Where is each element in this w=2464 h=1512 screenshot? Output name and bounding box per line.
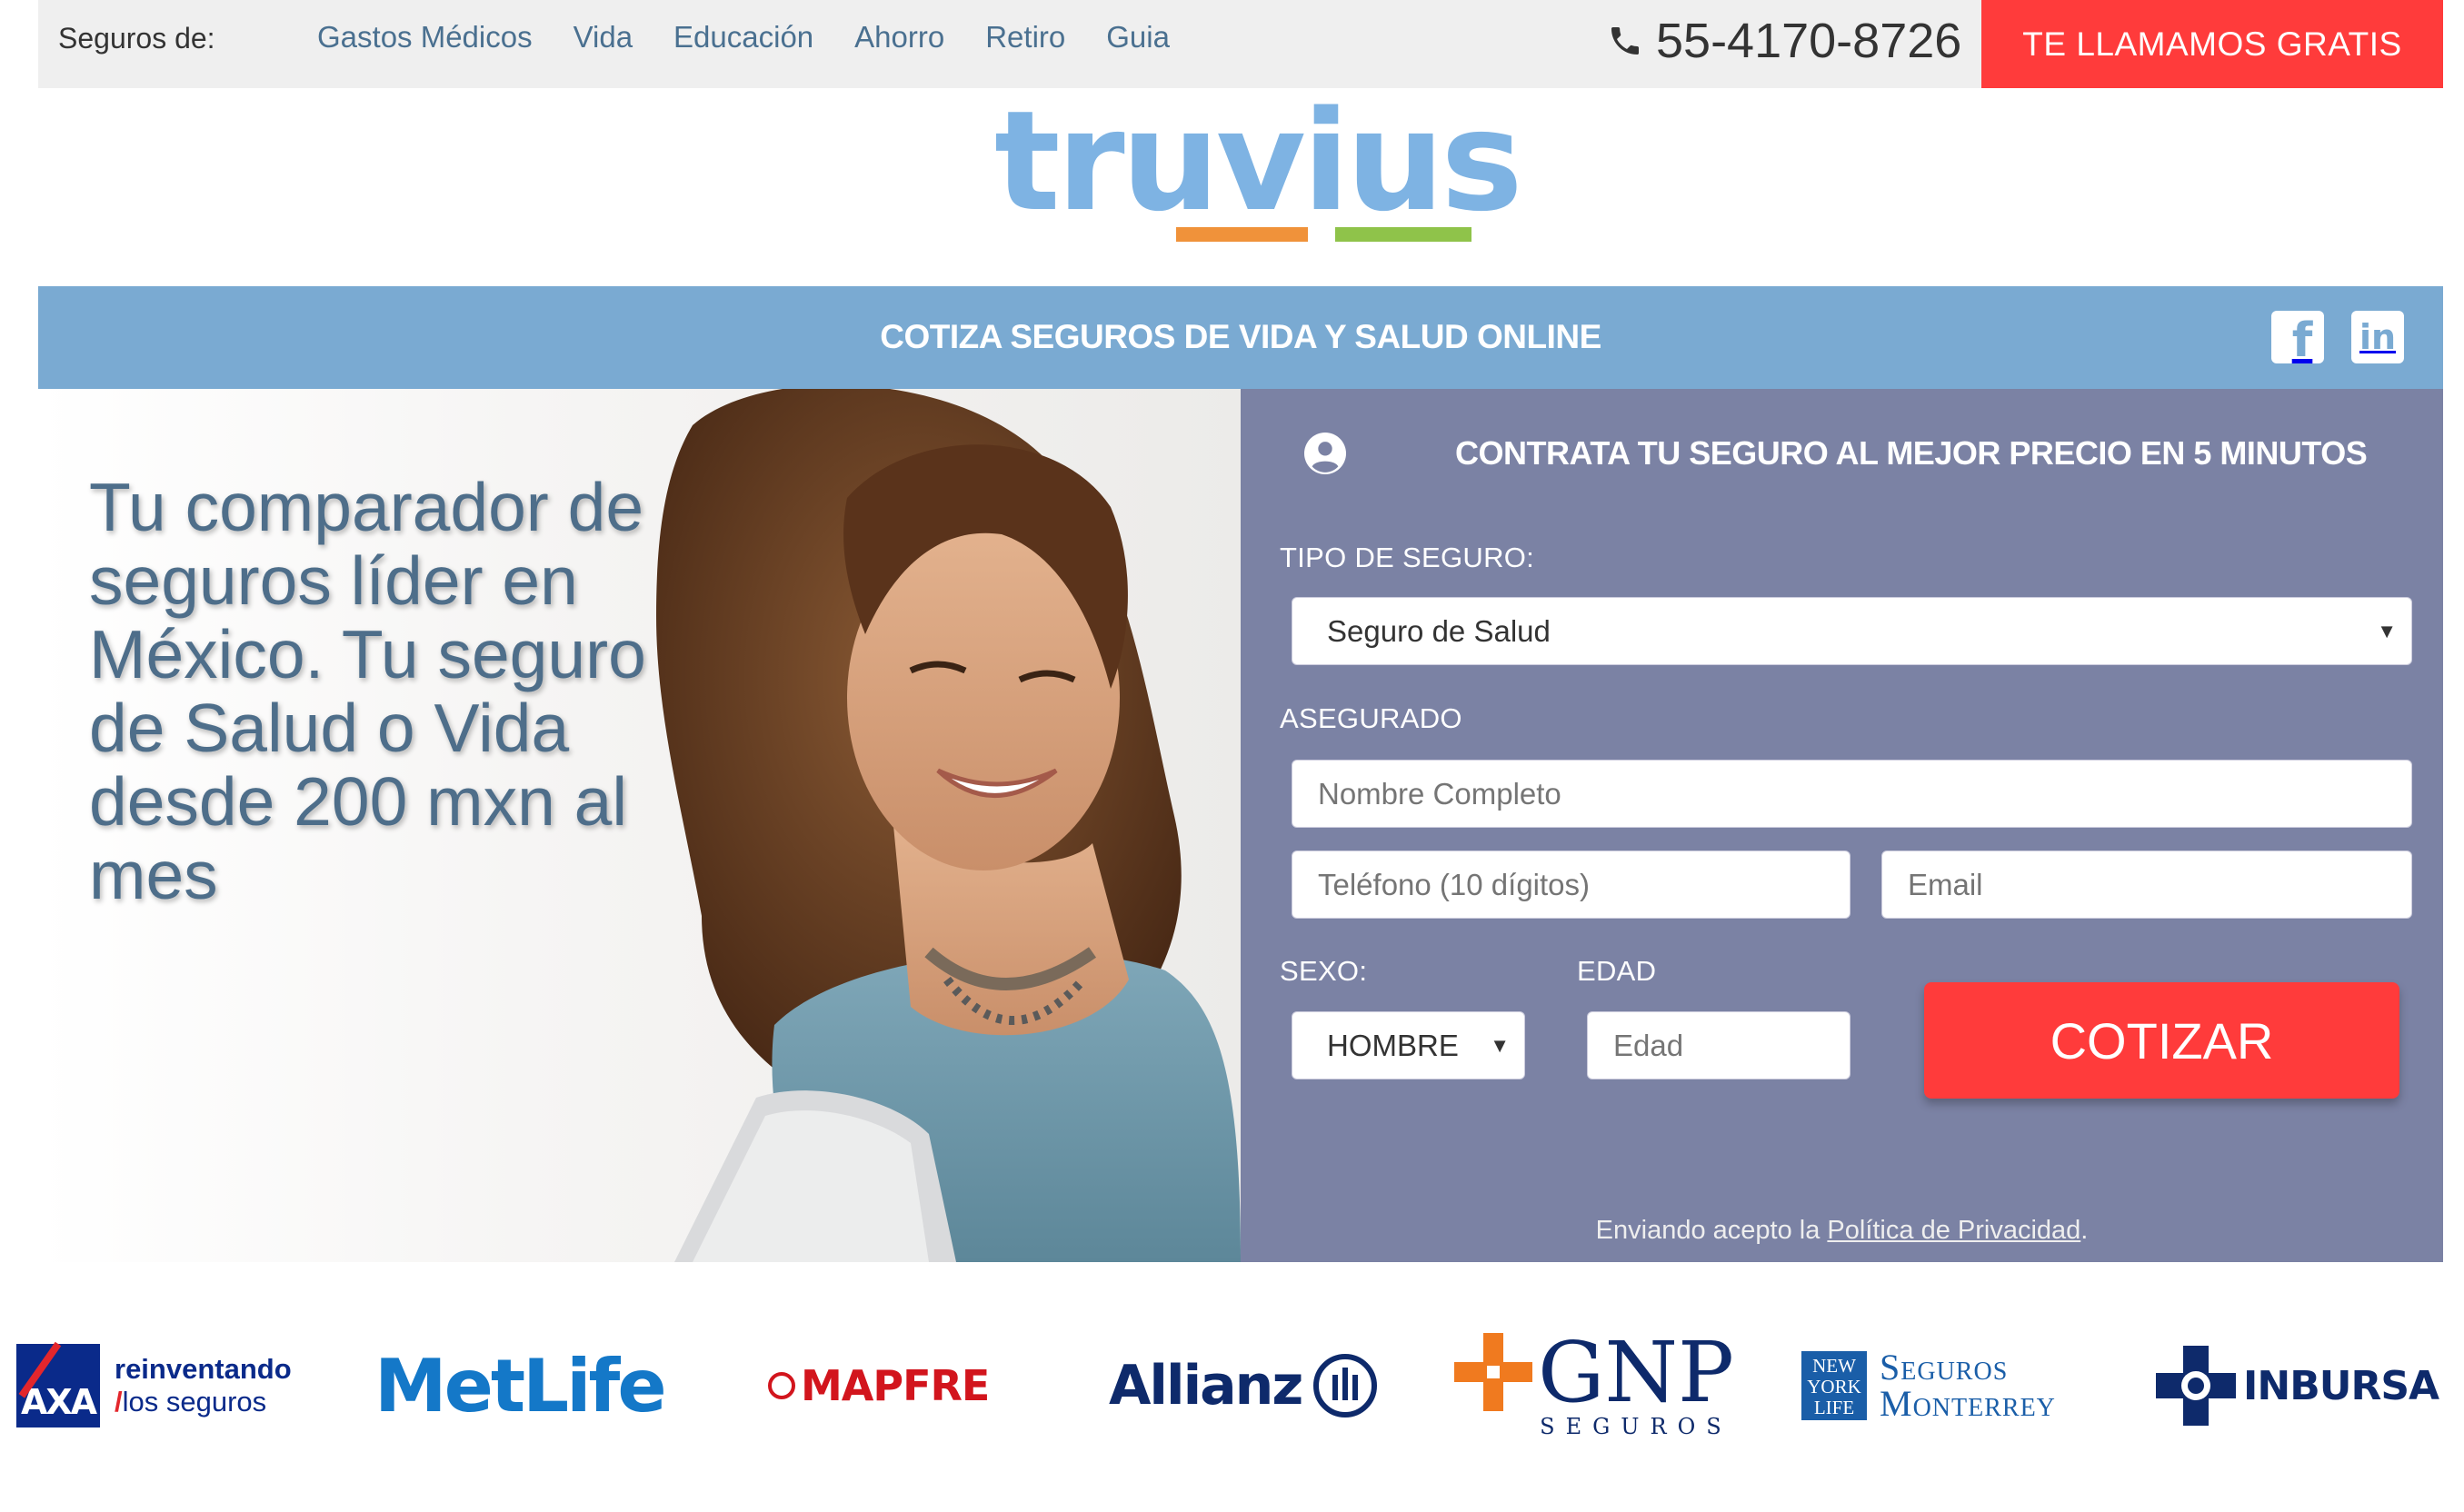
inbursa-emblem-icon (2156, 1346, 2236, 1426)
band-title: COTIZA SEGUROS DE VIDA Y SALUD ONLINE (880, 318, 1601, 355)
mapfre-emblem-icon (768, 1372, 795, 1399)
inbursa-logo: INBURSA (2156, 1308, 2439, 1463)
logo-wordmark: truvius (994, 81, 1523, 242)
phone-icon (1611, 27, 1639, 55)
mapfre-logo: MAPFRE (768, 1308, 990, 1463)
nav-vida[interactable]: Vida (574, 20, 633, 55)
nyl-mark-line2: YORK (1807, 1376, 1861, 1398)
hero: Tu comparador de seguros líder en México… (38, 389, 1241, 1262)
telefono-input[interactable] (1292, 850, 1850, 919)
seguros-monterrey-line2: Monterrey (1880, 1383, 2056, 1424)
nav-ahorro[interactable]: Ahorro (854, 20, 944, 55)
metlife-wordmark: MetLife (374, 1343, 667, 1428)
sexo-value: HOMBRE (1327, 1028, 1459, 1062)
privacy-prefix: Enviando acepto la (1595, 1216, 1828, 1245)
edad-input[interactable] (1587, 1011, 1850, 1079)
hero-headline: Tu comparador de seguros líder en México… (89, 469, 646, 913)
seguros-monterrey-line1: Seguros (1880, 1347, 2009, 1388)
form-header: CONTRATA TU SEGURO AL MEJOR PRECIO EN 5 … (1241, 433, 2443, 487)
edad-label: EDAD (1577, 955, 1657, 987)
user-circle-icon (1304, 433, 1346, 474)
email-input[interactable] (1881, 850, 2412, 919)
nyl-mark-line1: NEW (1812, 1355, 1856, 1377)
metlife-logo: MetLife (374, 1308, 667, 1463)
privacy-policy-link[interactable]: Política de Privacidad (1827, 1216, 2080, 1245)
gnp-logo: GNP SEGUROS (1454, 1308, 1734, 1463)
quote-form: CONTRATA TU SEGURO AL MEJOR PRECIO EN 5 … (1241, 389, 2443, 1262)
privacy-notice: Enviando acepto la Política de Privacida… (1241, 1216, 2443, 1246)
axa-mark: AXA (16, 1341, 100, 1427)
phone-text: 55-4170-8726 (1656, 14, 1962, 68)
facebook-glyph: f (2291, 313, 2313, 368)
logo-green-bar (1335, 227, 1471, 242)
seguros-label: Seguros de: (58, 22, 215, 55)
promo-band: COTIZA SEGUROS DE VIDA Y SALUD ONLINE f … (38, 286, 2443, 389)
seguros-monterrey-text: Seguros Monterrey (1880, 1349, 2056, 1422)
new-york-life-mark: NEW YORK LIFE (1801, 1351, 1867, 1420)
allianz-eagle-icon (1313, 1354, 1378, 1418)
axa-tagline-line1: reinventando (115, 1353, 292, 1385)
allianz-wordmark: Allianz (1109, 1354, 1303, 1418)
partner-logos: AXA reinventando /los seguros MetLife MA… (0, 1308, 2464, 1463)
tipo-seguro-value: Seguro de Salud (1327, 613, 1551, 648)
asegurado-label: ASEGURADO (1280, 702, 1462, 734)
seguros-monterrey-logo: NEW YORK LIFE Seguros Monterrey (1801, 1308, 2056, 1463)
axa-tagline-line2-text: los seguros (122, 1386, 267, 1418)
axa-tagline-line2: /los seguros (115, 1386, 267, 1418)
chevron-down-icon: ▼ (1490, 1034, 1510, 1057)
form-title: CONTRATA TU SEGURO AL MEJOR PRECIO EN 5 … (1455, 434, 2368, 472)
logo-orange-bar (1176, 227, 1308, 242)
tipo-seguro-label: TIPO DE SEGURO: (1280, 542, 1535, 573)
axa-mark-text: AXA (20, 1382, 97, 1422)
chevron-down-icon: ▼ (2377, 620, 2397, 642)
page: Seguros de: Gastos Médicos Vida Educació… (0, 0, 2464, 1512)
nav-retiro[interactable]: Retiro (985, 20, 1065, 55)
inbursa-wordmark: INBURSA (2243, 1362, 2439, 1409)
sexo-label: SEXO: (1280, 955, 1368, 987)
gnp-wordmark: GNP (1538, 1324, 1734, 1421)
facebook-icon[interactable]: f (2271, 311, 2324, 368)
cotizar-button[interactable]: COTIZAR (1924, 982, 2399, 1099)
nav-guia[interactable]: Guia (1106, 20, 1170, 55)
nombre-completo-input[interactable] (1292, 760, 2412, 828)
call-me-button[interactable]: TE LLAMAMOS GRATIS (1981, 0, 2443, 88)
axa-logo: AXA reinventando /los seguros (16, 1308, 292, 1463)
allianz-logo: Allianz (1109, 1308, 1378, 1463)
top-bar: Seguros de: Gastos Médicos Vida Educació… (38, 0, 2443, 88)
mapfre-wordmark: MAPFRE (801, 1361, 990, 1410)
nav-gastos-medicos[interactable]: Gastos Médicos (317, 20, 533, 55)
nyl-mark-line3: LIFE (1813, 1397, 1855, 1418)
gnp-text: GNP SEGUROS (1538, 1324, 1734, 1440)
linkedin-glyph: in (2359, 317, 2397, 357)
linkedin-icon[interactable]: in (2351, 311, 2404, 363)
nav-educacion[interactable]: Educación (673, 20, 813, 55)
truvius-logo[interactable]: truvius (994, 93, 1523, 253)
gnp-subtitle: SEGUROS (1540, 1414, 1732, 1439)
axa-tagline: reinventando /los seguros (115, 1353, 292, 1418)
gnp-cross-icon (1454, 1333, 1532, 1411)
sexo-select[interactable]: HOMBRE ▼ (1292, 1011, 1525, 1079)
tipo-seguro-select[interactable]: Seguro de Salud ▼ (1292, 597, 2412, 665)
privacy-suffix: . (2080, 1216, 2089, 1245)
phone-number[interactable]: 55-4170-8726 (1607, 13, 1961, 69)
top-nav: Gastos Médicos Vida Educación Ahorro Ret… (317, 20, 1211, 55)
